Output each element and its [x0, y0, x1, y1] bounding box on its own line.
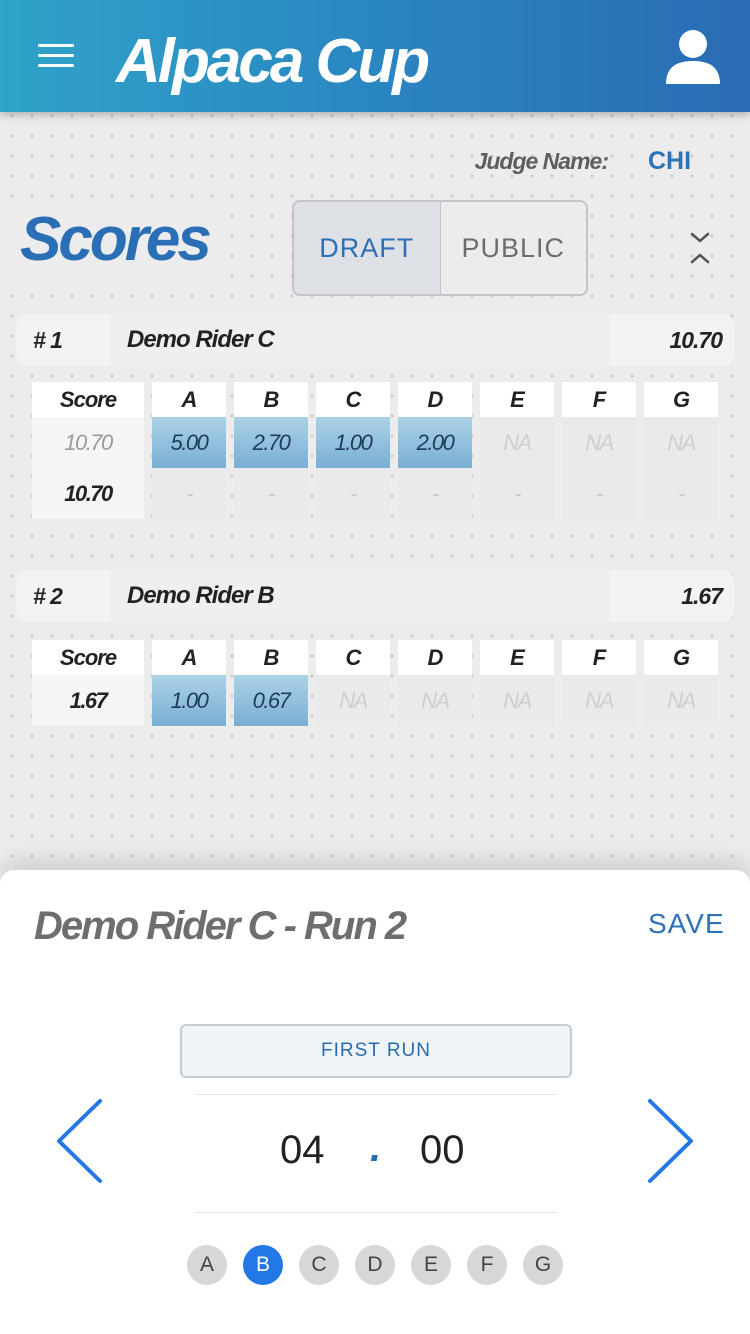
column-header: Score	[32, 382, 144, 417]
column-header: B	[234, 382, 308, 417]
column-header: E	[480, 382, 554, 417]
column-header: A	[152, 382, 226, 417]
column-header: E	[480, 640, 554, 675]
score-cell[interactable]: NA	[398, 675, 472, 726]
draft-public-toggle: DRAFT PUBLIC	[292, 200, 588, 296]
column-header: C	[316, 382, 390, 417]
score-cell[interactable]: NA	[644, 675, 718, 726]
score-column: Score 10.70 10.70	[32, 382, 144, 519]
judge-dot-a[interactable]: A	[187, 1245, 227, 1285]
score-cell[interactable]: NA	[562, 417, 636, 468]
run-score: 1.67	[32, 675, 144, 726]
judge-column-a: A 5.00 -	[152, 382, 226, 519]
user-profile-icon[interactable]	[664, 28, 722, 86]
score-cell[interactable]: 2.70	[234, 417, 308, 468]
time-separator: .	[370, 1126, 382, 1170]
judge-name-value[interactable]: CHI	[648, 147, 691, 176]
rider-number: # 1	[16, 314, 110, 366]
score-cell[interactable]: -	[644, 468, 718, 519]
column-header: G	[644, 640, 718, 675]
hamburger-menu-icon[interactable]	[38, 44, 74, 68]
score-cell[interactable]: NA	[644, 417, 718, 468]
rider-name: Demo Rider C	[127, 326, 275, 353]
score-cell[interactable]: -	[152, 468, 226, 519]
judge-selector: A B C D E F G	[187, 1245, 563, 1285]
score-cell[interactable]: NA	[562, 675, 636, 726]
score-cell[interactable]: -	[234, 468, 308, 519]
time-minutes[interactable]: 04	[280, 1128, 325, 1173]
judge-column-b: B 2.70 -	[234, 382, 308, 519]
column-header: D	[398, 382, 472, 417]
judge-name-label: Judge Name:	[474, 148, 609, 174]
score-cell[interactable]: -	[480, 468, 554, 519]
rider-row[interactable]: # 1 Demo Rider C 10.70	[16, 314, 734, 366]
judge-column-e: E NA	[480, 640, 554, 726]
judge-column-d: D NA	[398, 640, 472, 726]
judge-column-f: F NA	[562, 640, 636, 726]
judge-column-a: A 1.00	[152, 640, 226, 726]
column-header: D	[398, 640, 472, 675]
rider-total-score: 1.67	[610, 570, 734, 622]
score-cell[interactable]: NA	[480, 417, 554, 468]
rider-number: # 2	[16, 570, 110, 622]
score-cell[interactable]: 5.00	[152, 417, 226, 468]
judge-dot-f[interactable]: F	[467, 1245, 507, 1285]
divider	[196, 1094, 556, 1095]
page-title: Scores	[20, 205, 212, 274]
sheet-title: Demo Rider C - Run 2	[34, 904, 407, 948]
column-header: F	[562, 640, 636, 675]
column-header: F	[562, 382, 636, 417]
public-tab[interactable]: PUBLIC	[441, 202, 587, 294]
column-header: A	[152, 640, 226, 675]
run-score: 10.70	[32, 468, 144, 519]
score-cell[interactable]: NA	[316, 675, 390, 726]
column-header: Score	[32, 640, 144, 675]
rider-row[interactable]: # 2 Demo Rider B 1.67	[16, 570, 734, 622]
score-cell[interactable]: -	[316, 468, 390, 519]
judge-dot-e[interactable]: E	[411, 1245, 451, 1285]
judge-dot-b[interactable]: B	[243, 1245, 283, 1285]
first-run-button[interactable]: FIRST RUN	[180, 1024, 572, 1078]
judge-column-f: F NA -	[562, 382, 636, 519]
score-entry-sheet: Demo Rider C - Run 2 SAVE FIRST RUN 04 .…	[0, 870, 750, 1334]
divider	[196, 1212, 556, 1213]
score-cell[interactable]: 1.00	[152, 675, 226, 726]
run-score: 10.70	[32, 417, 144, 468]
score-column: Score 1.67	[32, 640, 144, 726]
next-arrow-icon[interactable]	[646, 1098, 696, 1184]
judge-column-g: G NA -	[644, 382, 718, 519]
judge-column-d: D 2.00 -	[398, 382, 472, 519]
app-header: Alpaca Cup	[0, 0, 750, 112]
judge-column-c: C 1.00 -	[316, 382, 390, 519]
scores-heading-box: Scores	[0, 198, 230, 281]
rider-total-score: 10.70	[610, 314, 734, 366]
judge-column-g: G NA	[644, 640, 718, 726]
judge-column-b: B 0.67	[234, 640, 308, 726]
rider-name: Demo Rider B	[127, 582, 275, 609]
score-cell[interactable]: NA	[480, 675, 554, 726]
previous-arrow-icon[interactable]	[54, 1098, 104, 1184]
judge-dot-c[interactable]: C	[299, 1245, 339, 1285]
score-cell[interactable]: 1.00	[316, 417, 390, 468]
draft-tab[interactable]: DRAFT	[294, 202, 441, 294]
judge-dot-d[interactable]: D	[355, 1245, 395, 1285]
score-cell[interactable]: -	[398, 468, 472, 519]
collapse-expand-icon[interactable]	[688, 230, 712, 266]
score-cell[interactable]: -	[562, 468, 636, 519]
column-header: B	[234, 640, 308, 675]
judge-column-e: E NA -	[480, 382, 554, 519]
judge-column-c: C NA	[316, 640, 390, 726]
time-seconds[interactable]: 00	[420, 1128, 465, 1173]
column-header: C	[316, 640, 390, 675]
judge-dot-g[interactable]: G	[523, 1245, 563, 1285]
save-button[interactable]: SAVE	[648, 908, 725, 940]
app-title: Alpaca Cup	[116, 27, 430, 96]
score-cell[interactable]: 2.00	[398, 417, 472, 468]
column-header: G	[644, 382, 718, 417]
score-cell[interactable]: 0.67	[234, 675, 308, 726]
